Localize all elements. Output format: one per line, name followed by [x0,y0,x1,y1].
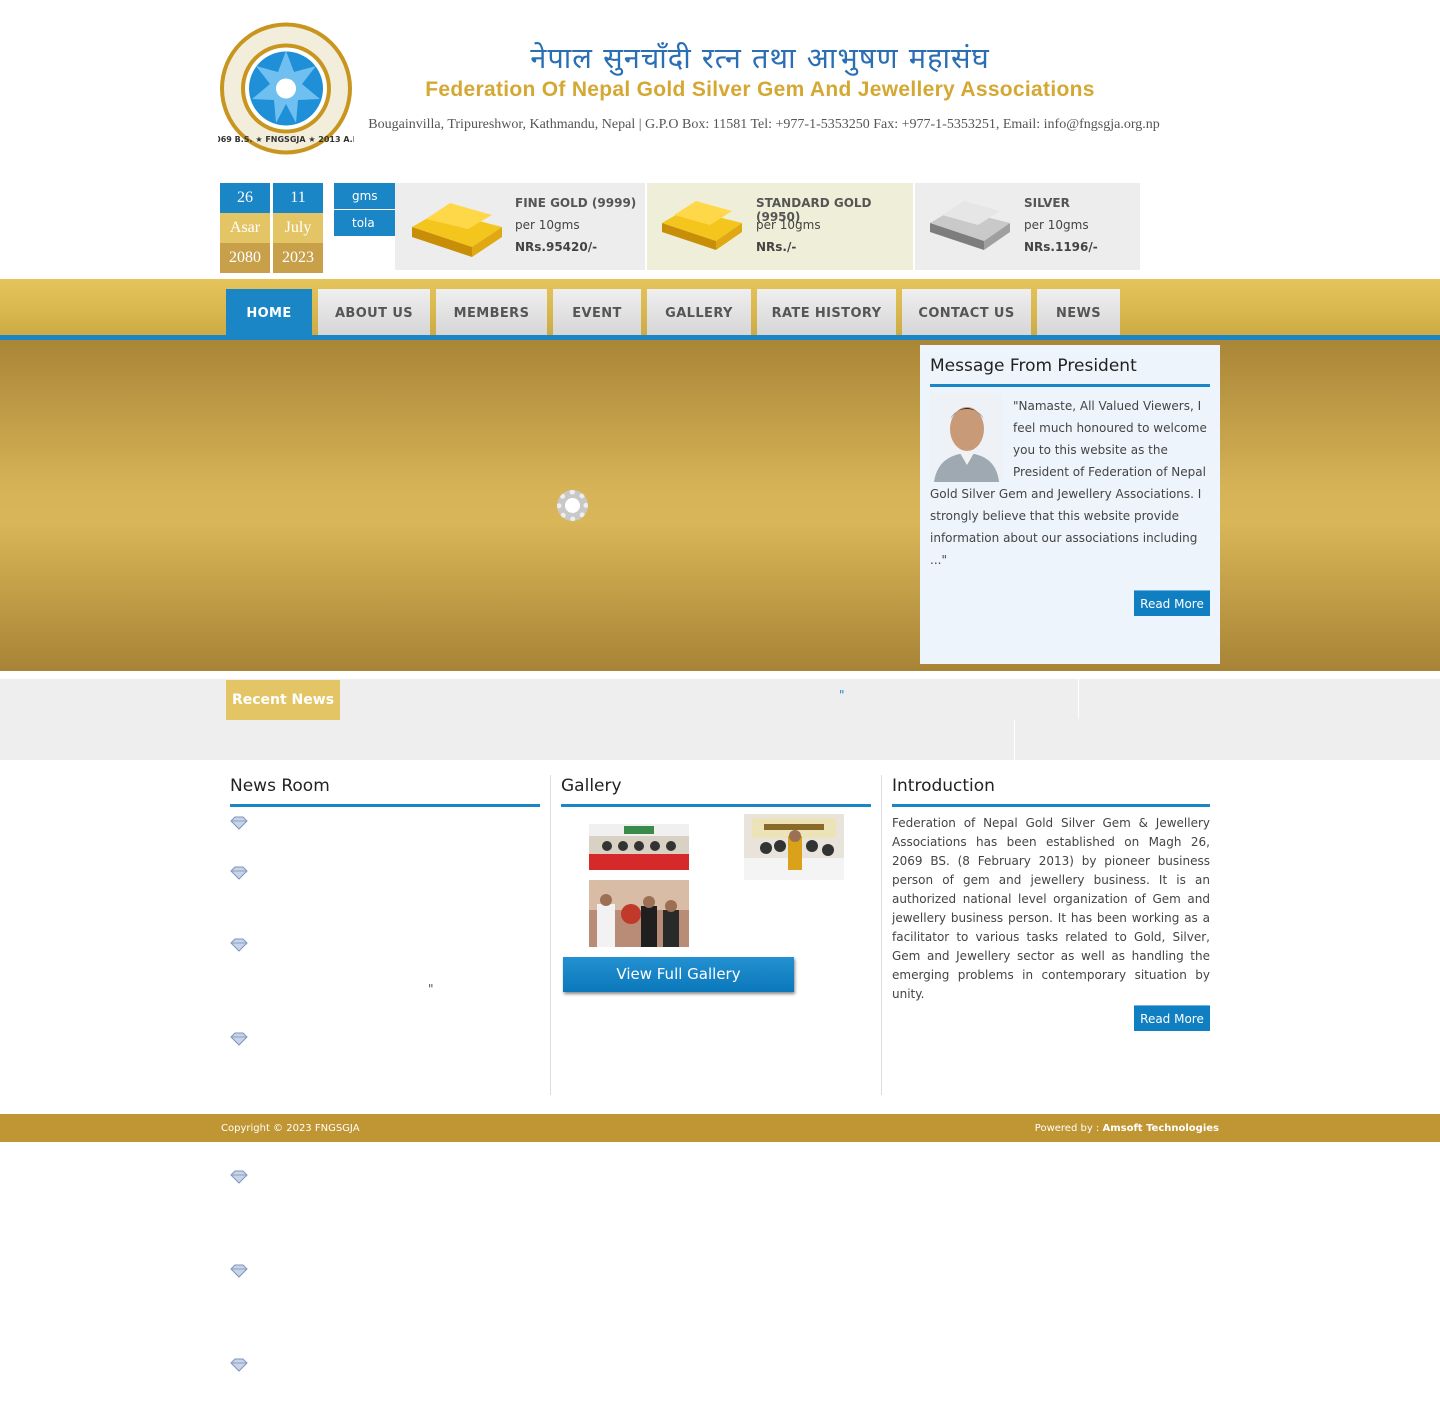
introduction-text: Federation of Nepal Gold Silver Gem & Je… [892,816,1210,1001]
diamond-bullet-icon [230,816,248,830]
introduction-read-more-button[interactable]: Read More [1134,1005,1210,1031]
site-title-nepali: नेपाल सुनचाँदी रत्न तथा आभुषण महासंघ [530,41,990,75]
rate-silver: SILVER per 10gms NRs.1196/- [915,183,1140,270]
gallery-thumbnail[interactable] [589,824,689,870]
news-room-title: News Room [230,776,330,796]
powered-by-link[interactable]: Amsoft Technologies [1102,1123,1219,1134]
nav-members[interactable]: MEMBERS [436,289,547,335]
section-divider [561,804,871,807]
section-divider [230,804,540,807]
english-year: 2023 [273,243,323,273]
rate-price: NRs.1196/- [1024,240,1098,254]
diamond-bullet-icon [230,1170,248,1184]
nav-gallery[interactable]: GALLERY [647,289,751,335]
rate-fine-gold: FINE GOLD (9999) per 10gms NRs.95420/- [395,183,645,270]
nav-event[interactable]: EVENT [553,289,641,335]
introduction-title: Introduction [892,776,995,796]
silver-bar-icon [930,201,1010,250]
president-read-more-button[interactable]: Read More [1134,590,1210,616]
president-message-title: Message From President [930,356,1137,376]
english-month: July [273,213,323,243]
rate-unit: per 10gms [756,218,821,232]
english-day: 11 [273,183,323,213]
nav-home[interactable]: HOME [226,289,312,335]
rate-unit: per 10gms [515,218,580,232]
unit-tola-button[interactable]: tola [334,210,395,236]
section-divider [930,384,1210,387]
gallery-title: Gallery [561,776,622,796]
diamond-bullet-icon [230,1264,248,1278]
nepali-year: 2080 [220,243,270,273]
news-separator [1014,720,1015,760]
president-message-text: "Namaste, All Valued Viewers, I feel muc… [930,395,1210,571]
diamond-bullet-icon [230,1032,248,1046]
news-ticker-mark[interactable]: " [839,688,845,702]
loading-spinner-center [565,498,580,513]
nav-about-us[interactable]: ABOUT US [318,289,430,335]
recent-news-bar [0,679,1440,760]
rate-standard-gold: STANDARD GOLD (9950) per 10gms NRs./- [647,183,913,270]
powered-by-label: Powered by : [1034,1123,1103,1134]
news-separator [1078,679,1079,719]
powered-by: Powered by : Amsoft Technologies [1035,1123,1219,1134]
nav-contact-us[interactable]: CONTACT US [902,289,1031,335]
recent-news-label: Recent News [226,680,340,720]
section-divider [892,804,1210,807]
rate-name: SILVER [1024,196,1070,210]
rate-name: FINE GOLD (9999) [515,196,637,210]
gallery-thumbnail[interactable] [744,814,844,880]
footer-bar [0,1114,1440,1142]
site-title-english: Federation Of Nepal Gold Silver Gem And … [425,78,1095,101]
diamond-bullet-icon [230,1358,248,1372]
image-slider[interactable] [0,340,1440,671]
logo-text: 2069 B.S. ★ FNGSGJA ★ 2013 A.D. [218,135,354,144]
rate-price: NRs.95420/- [515,240,598,254]
view-full-gallery-button[interactable]: View Full Gallery [563,957,794,992]
contact-address: Bougainvilla, Tripureshwor, Kathmandu, N… [368,117,1160,132]
diamond-bullet-icon [230,938,248,952]
nav-news[interactable]: NEWS [1037,289,1120,335]
federation-logo[interactable]: 2069 B.S. ★ FNGSGJA ★ 2013 A.D. [210,20,362,157]
unit-gms-button[interactable]: gms [334,183,395,209]
gallery-thumbnail[interactable] [589,880,689,947]
rate-price: NRs./- [756,240,797,254]
gold-bar-icon [412,203,502,257]
nav-rate-history[interactable]: RATE HISTORY [757,289,896,335]
column-divider [550,775,551,1095]
news-room-mark: " [428,982,434,996]
rate-unit: per 10gms [1024,218,1089,232]
nepali-day: 26 [220,183,270,213]
column-divider [881,775,882,1095]
nepali-month: Asar [220,213,270,243]
copyright-text: Copyright © 2023 FNGSGJA [221,1123,360,1134]
diamond-bullet-icon [230,866,248,880]
gold-bar-icon [662,201,742,250]
